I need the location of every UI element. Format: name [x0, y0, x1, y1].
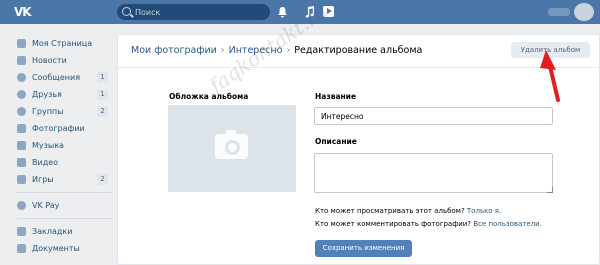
sidebar-item-label: Документы: [32, 244, 80, 253]
page-title: Редактирование альбома: [294, 45, 423, 56]
sidebar-item-music[interactable]: Музыка: [17, 137, 112, 154]
sidebar-item-friends[interactable]: Друзья 1: [17, 86, 112, 103]
card-divider: [118, 67, 599, 68]
sidebar-item-label: Закладки: [32, 227, 73, 236]
view-permission-link[interactable]: Только я.: [467, 207, 501, 215]
album-edit-card: Мои фотографии › Интересно › Редактирование …: [117, 34, 600, 265]
comment-permission-link[interactable]: Все пользователи.: [473, 220, 542, 228]
view-permission-question: Кто может просматривать этот альбом?: [315, 207, 465, 215]
sidebar-counter: 1: [97, 89, 108, 100]
chat-icon: [17, 73, 26, 82]
breadcrumb-my-photos[interactable]: Мои фотографии: [131, 45, 217, 56]
cover-label: Обложка альбома: [169, 92, 249, 101]
video-icon: [17, 158, 26, 167]
bell-icon[interactable]: [275, 5, 289, 19]
album-cover[interactable]: [168, 105, 296, 192]
sidebar-item-vk-pay[interactable]: VK Pay: [17, 197, 112, 214]
sidebar-item-documents[interactable]: Документы: [17, 240, 112, 257]
sidebar-item-photos[interactable]: Фотографии: [17, 120, 112, 137]
sidebar-counter: 1: [97, 72, 108, 83]
friends-icon: [17, 90, 26, 99]
user-name[interactable]: [548, 8, 570, 16]
sidebar-divider: [17, 218, 112, 219]
name-label: Название: [315, 92, 357, 101]
sidebar-item-label: Группы: [32, 107, 64, 116]
sidebar-item-bookmarks[interactable]: Закладки: [17, 223, 112, 240]
vk-logo[interactable]: VK: [14, 5, 42, 19]
comment-permission: Кто может комментировать фотографии? Все…: [315, 220, 542, 228]
avatar[interactable]: [574, 3, 594, 21]
vkpay-icon: [17, 201, 26, 210]
resize-grip-icon[interactable]: [547, 187, 553, 193]
search-box[interactable]: [117, 4, 270, 20]
home-icon: [17, 39, 26, 48]
sidebar-item-label: VK Pay: [32, 201, 60, 210]
search-input[interactable]: [135, 5, 265, 19]
sidebar-item-label: Новости: [32, 56, 67, 65]
album-name-input[interactable]: [314, 107, 553, 125]
save-changes-button[interactable]: Сохранить изменения: [315, 240, 412, 257]
music-icon: [17, 141, 26, 150]
camera-icon: [17, 124, 26, 133]
search-icon: [122, 7, 131, 16]
docs-icon: [17, 244, 26, 253]
sidebar-item-label: Моя Страница: [32, 39, 93, 48]
star-icon: [17, 227, 26, 236]
left-sidebar: Моя Страница Новости Сообщения 1 Друзья 1 …: [17, 35, 112, 257]
delete-album-button[interactable]: Удалить альбом: [511, 42, 590, 58]
sidebar-item-label: Игры: [32, 175, 54, 184]
view-permission: Кто может просматривать этот альбом? Тол…: [315, 207, 501, 215]
sidebar-item-games[interactable]: Игры 2: [17, 171, 112, 188]
news-icon: [17, 56, 26, 65]
sidebar-item-label: Сообщения: [32, 73, 81, 82]
sidebar-item-news[interactable]: Новости: [17, 52, 112, 69]
games-icon: [17, 175, 26, 184]
camera-icon: [215, 130, 248, 159]
sidebar-counter: 2: [97, 106, 108, 117]
sidebar-item-groups[interactable]: Группы 2: [17, 103, 112, 120]
sidebar-item-messages[interactable]: Сообщения 1: [17, 69, 112, 86]
sidebar-item-video[interactable]: Видео: [17, 154, 112, 171]
sidebar-item-label: Друзья: [32, 90, 62, 99]
description-label: Описание: [315, 137, 357, 146]
sidebar-item-label: Фотографии: [32, 124, 85, 133]
sidebar-divider: [17, 192, 112, 193]
chevron-right-icon: ›: [220, 45, 225, 56]
album-description-input[interactable]: [314, 153, 553, 193]
sidebar-item-label: Музыка: [32, 141, 64, 150]
sidebar-counter: 2: [97, 174, 108, 185]
sidebar-item-label: Видео: [32, 158, 59, 167]
comment-permission-question: Кто может комментировать фотографии?: [315, 220, 472, 228]
sidebar-item-my-page[interactable]: Моя Страница: [17, 35, 112, 52]
groups-icon: [17, 107, 26, 116]
